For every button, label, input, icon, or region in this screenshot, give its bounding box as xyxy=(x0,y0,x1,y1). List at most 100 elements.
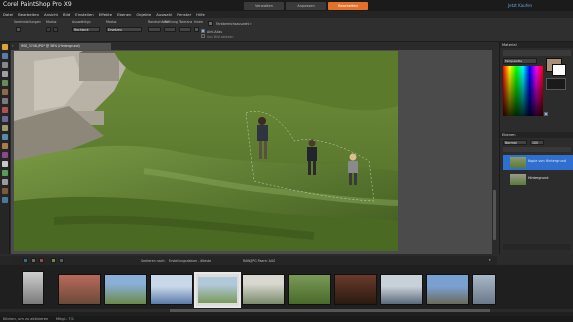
text-tool-icon[interactable] xyxy=(2,161,8,167)
mode-value: Ersetzen xyxy=(108,28,122,32)
layers-panel-title: Ebenen xyxy=(500,132,573,138)
mode-replace-icon[interactable] xyxy=(46,27,51,32)
mode-add-icon[interactable] xyxy=(53,27,58,32)
selection-tool-icon[interactable] xyxy=(2,71,8,77)
strip-scrollbar-thumb[interactable] xyxy=(170,309,490,312)
feather-input[interactable] xyxy=(148,27,161,32)
menu-layers[interactable]: Ebenen xyxy=(117,12,131,17)
status-left: Klicken, um zu aktivieren xyxy=(3,317,49,321)
tools-toolbar xyxy=(0,42,10,254)
zoom-tool-icon[interactable] xyxy=(2,53,8,59)
mode2-label: Modus xyxy=(106,20,117,24)
warp-tool-icon[interactable] xyxy=(2,188,8,194)
materials-panel: Material Farbpalette xyxy=(499,42,573,132)
thumbnail[interactable] xyxy=(472,274,496,305)
red-eye-tool-icon[interactable] xyxy=(2,107,8,113)
sort-value[interactable]: Erstellungsdatum - älteste xyxy=(169,259,211,263)
canvas-vertical-scrollbar[interactable] xyxy=(492,50,497,254)
collection-icon[interactable] xyxy=(23,258,28,263)
thumbnail[interactable] xyxy=(380,274,423,305)
inside-label: Innen xyxy=(194,20,203,24)
photo-canvas[interactable] xyxy=(14,51,398,251)
straighten-tool-icon[interactable] xyxy=(2,98,8,104)
menu-objects[interactable]: Objekte xyxy=(136,12,151,17)
tolerance-label: Toleranz xyxy=(179,20,193,24)
clone-tool-icon[interactable] xyxy=(2,125,8,131)
layer-name: Kopie von Hintergrund xyxy=(528,159,567,163)
antialias-checkbox[interactable] xyxy=(201,29,205,33)
thumbnail[interactable] xyxy=(104,274,147,305)
stroke-fill-swatch[interactable] xyxy=(546,78,566,90)
smoothing-input[interactable] xyxy=(164,27,176,32)
tab-prev-icon[interactable]: ‹ xyxy=(12,44,16,48)
tab-manage[interactable]: Verwalten xyxy=(244,2,284,10)
collapse-organizer-icon[interactable]: ▾ xyxy=(489,258,491,262)
crop-tool-icon[interactable] xyxy=(2,89,8,95)
tab-edit[interactable]: Bearbeiten xyxy=(328,2,368,10)
presets-icon[interactable] xyxy=(16,27,21,32)
menu-window[interactable]: Fenster xyxy=(177,12,191,17)
rotate-icon[interactable] xyxy=(51,258,56,263)
layer-row-copy[interactable]: Kopie von Hintergrund xyxy=(503,155,573,170)
buy-now-link[interactable]: Jetzt Kaufen xyxy=(508,3,532,8)
raw-jpg-filter[interactable]: RAW/JPG Paare: AUS xyxy=(243,259,275,263)
menu-image[interactable]: Bild xyxy=(63,12,70,17)
thumbnail[interactable] xyxy=(58,274,101,305)
thumbnail[interactable] xyxy=(150,274,193,305)
menu-selections[interactable]: Auswahl xyxy=(156,12,172,17)
layer-row-background[interactable]: Hintergrund xyxy=(503,172,573,187)
menu-view[interactable]: Ansicht xyxy=(44,12,58,17)
materials-panel-title: Material xyxy=(500,42,573,48)
color-spectrum[interactable] xyxy=(503,66,543,116)
color-range-label[interactable]: Farbbereichsauswahl xyxy=(216,22,249,26)
canvas-area[interactable] xyxy=(11,50,497,254)
thumbnail[interactable] xyxy=(242,274,285,305)
title-bar: Corel PaintShop Pro X9 Verwalten Anpasse… xyxy=(0,0,573,11)
thumbnail[interactable] xyxy=(426,274,469,305)
materials-toolbar xyxy=(503,50,571,56)
menu-edit[interactable]: Bearbeiten xyxy=(18,12,39,17)
makeover-tool-icon[interactable] xyxy=(2,116,8,122)
color-range-icon[interactable] xyxy=(208,21,213,26)
inside-icon[interactable] xyxy=(194,27,199,32)
thumbnail[interactable] xyxy=(334,274,377,305)
document-tab[interactable]: IMG_3748.JPG* @ 38% (Hintergrund) xyxy=(19,43,111,50)
replacer-tool-icon[interactable] xyxy=(2,197,8,203)
tag-icon[interactable] xyxy=(31,258,36,263)
view-icon[interactable] xyxy=(59,258,64,263)
palette-select-value: Farbpalette xyxy=(505,59,523,63)
palette-select[interactable]: Farbpalette xyxy=(503,58,537,64)
workspace-tabs: Verwalten Anpassen Bearbeiten xyxy=(244,2,368,10)
pick-tool-icon[interactable] xyxy=(2,62,8,68)
pen-tool-icon[interactable] xyxy=(2,179,8,185)
strip-scrollbar[interactable] xyxy=(0,309,573,312)
fill-tool-icon[interactable] xyxy=(2,152,8,158)
layer-name: Hintergrund xyxy=(528,176,549,180)
pan-tool-icon[interactable] xyxy=(2,44,8,50)
tab-adjust[interactable]: Anpassen xyxy=(286,2,326,10)
dropper-tool-icon[interactable] xyxy=(2,80,8,86)
scrollbar-thumb[interactable] xyxy=(493,190,496,240)
sample-image-checkbox[interactable] xyxy=(201,34,205,38)
menu-effects[interactable]: Effekte xyxy=(99,12,112,17)
photo-image xyxy=(14,51,398,251)
selection-type-label: Auswahltyp xyxy=(72,20,91,24)
status-bar: Klicken, um zu aktivieren Mitgl.: 7/1 xyxy=(0,316,573,322)
brush-tool-icon[interactable] xyxy=(2,134,8,140)
delete-icon[interactable] xyxy=(39,258,44,263)
organizer-thumbnail-strip xyxy=(0,265,573,316)
menu-adjust[interactable]: Einstellen xyxy=(75,12,94,17)
background-swatch[interactable] xyxy=(552,64,566,76)
tolerance-input[interactable] xyxy=(179,27,191,32)
all-tools-checkbox[interactable] xyxy=(544,112,548,116)
eraser-tool-icon[interactable] xyxy=(2,143,8,149)
layer-toolbar xyxy=(503,147,571,152)
shape-tool-icon[interactable] xyxy=(2,170,8,176)
selection-type-value: Rechteck xyxy=(74,28,89,32)
menu-file[interactable]: Datei xyxy=(3,12,13,17)
menu-help[interactable]: Hilfe xyxy=(196,12,205,17)
thumbnail[interactable] xyxy=(288,274,331,305)
app-title: Corel PaintShop Pro X9 xyxy=(3,1,72,8)
thumbnail[interactable] xyxy=(22,271,44,305)
thumbnail-selected[interactable] xyxy=(194,272,241,308)
